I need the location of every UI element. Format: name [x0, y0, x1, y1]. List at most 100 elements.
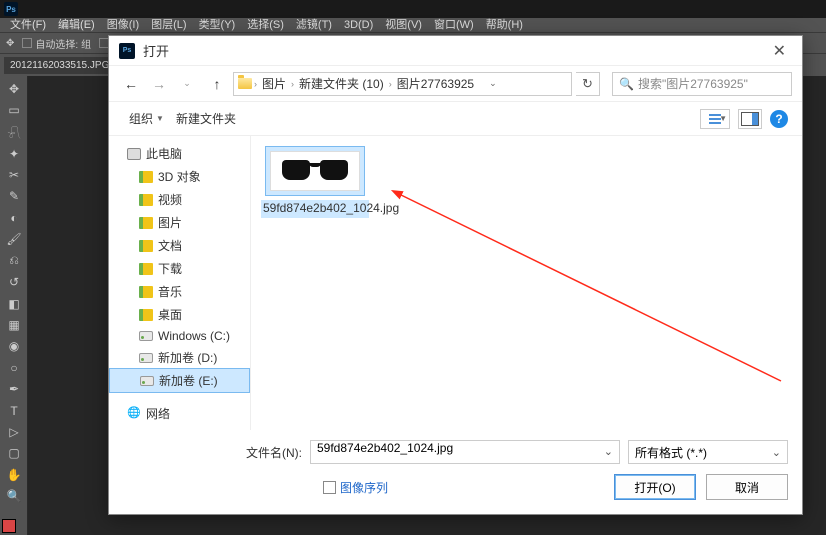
- address-bar[interactable]: › 图片 › 新建文件夹 (10) › 图片27763925 ⌄: [233, 72, 572, 96]
- pen-tool[interactable]: ✒: [2, 379, 26, 398]
- search-icon: 🔍: [619, 77, 634, 91]
- file-name-label: 59fd874e2b402_1024.jpg: [261, 200, 369, 218]
- help-button[interactable]: ?: [770, 110, 788, 128]
- menu-filter[interactable]: 滤镜(T): [290, 18, 338, 32]
- breadcrumb-item[interactable]: 图片: [259, 75, 289, 92]
- menu-edit[interactable]: 编辑(E): [52, 18, 101, 32]
- image-sequence-checkbox[interactable]: 图像序列: [323, 479, 388, 496]
- lasso-tool[interactable]: 𓍯: [2, 122, 26, 142]
- tree-downloads[interactable]: 下载: [109, 257, 250, 280]
- close-button[interactable]: ✕: [767, 41, 792, 61]
- blur-tool[interactable]: ◉: [2, 337, 26, 356]
- file-list-pane[interactable]: 59fd874e2b402_1024.jpg: [251, 136, 802, 430]
- dodge-tool[interactable]: ○: [2, 358, 26, 377]
- marquee-tool[interactable]: ▭: [2, 100, 26, 119]
- eyedropper-tool[interactable]: ✎: [2, 187, 26, 206]
- chevron-down-icon: ▼: [156, 114, 164, 123]
- folder-icon: [139, 217, 153, 229]
- stamp-tool[interactable]: ⎌: [2, 251, 26, 270]
- file-item[interactable]: 59fd874e2b402_1024.jpg: [261, 146, 369, 218]
- breadcrumb-item[interactable]: 新建文件夹 (10): [296, 75, 387, 92]
- checkbox-icon: [323, 481, 336, 494]
- tree-music[interactable]: 音乐: [109, 280, 250, 303]
- up-button[interactable]: ↑: [205, 72, 229, 96]
- chevron-down-icon[interactable]: ⌄: [477, 78, 497, 89]
- heal-tool[interactable]: ◐: [2, 208, 26, 227]
- tree-network[interactable]: 网络: [109, 402, 250, 425]
- menu-file[interactable]: 文件(F): [4, 18, 52, 32]
- dialog-toolbar: 组织▼ 新建文件夹 ▼ ?: [109, 102, 802, 136]
- menu-view[interactable]: 视图(V): [379, 18, 428, 32]
- crop-tool[interactable]: ✂: [2, 165, 26, 184]
- brush-tool[interactable]: 🖌: [2, 230, 26, 249]
- image-sequence-label: 图像序列: [340, 479, 388, 496]
- gradient-tool[interactable]: ▦: [2, 315, 26, 334]
- tree-documents[interactable]: 文档: [109, 234, 250, 257]
- tree-drive-e[interactable]: 新加卷 (E:): [109, 368, 250, 393]
- zoom-tool[interactable]: 🔍: [2, 487, 26, 506]
- hand-tool[interactable]: ✋: [2, 465, 26, 484]
- auto-select-label: 自动选择:: [35, 36, 78, 51]
- history-brush-tool[interactable]: ↺: [2, 272, 26, 291]
- folder-icon: [139, 240, 153, 252]
- type-tool[interactable]: T: [2, 401, 26, 420]
- refresh-button[interactable]: ↻: [576, 72, 600, 96]
- dialog-titlebar: Ps 打开 ✕: [109, 36, 802, 66]
- panel-icon: [741, 112, 759, 126]
- forward-button[interactable]: →: [147, 72, 171, 96]
- tree-desktop[interactable]: 桌面: [109, 303, 250, 326]
- shape-tool[interactable]: ▢: [2, 444, 26, 463]
- filename-input[interactable]: 59fd874e2b402_1024.jpg: [310, 440, 620, 464]
- foreground-color[interactable]: [2, 519, 16, 533]
- dialog-navbar: ← → ⌄ ↑ › 图片 › 新建文件夹 (10) › 图片27763925 ⌄…: [109, 66, 802, 102]
- menu-select[interactable]: 选择(S): [241, 18, 290, 32]
- cancel-button[interactable]: 取消: [706, 474, 788, 500]
- eraser-tool[interactable]: ◧: [2, 294, 26, 313]
- menu-image[interactable]: 图像(I): [101, 18, 145, 32]
- tree-3d-objects[interactable]: 3D 对象: [109, 165, 250, 188]
- tree-drive-d[interactable]: 新加卷 (D:): [109, 346, 250, 369]
- ps-icon: Ps: [119, 43, 135, 59]
- open-button[interactable]: 打开(O): [614, 474, 696, 500]
- auto-select-option[interactable]: 自动选择:组: [22, 36, 91, 51]
- chevron-right-icon: ›: [387, 79, 394, 89]
- back-button[interactable]: ←: [119, 72, 143, 96]
- wand-tool[interactable]: ✦: [2, 144, 26, 163]
- tree-drive-c[interactable]: Windows (C:): [109, 326, 250, 346]
- filename-label: 文件名(N):: [246, 444, 302, 461]
- move-tool[interactable]: ✥: [2, 79, 26, 98]
- path-tool[interactable]: ▷: [2, 422, 26, 441]
- sunglasses-image: [282, 160, 348, 182]
- search-input[interactable]: 🔍 搜索"图片27763925": [612, 72, 792, 96]
- chevron-right-icon: ›: [289, 79, 296, 89]
- menu-type[interactable]: 类型(Y): [193, 18, 242, 32]
- folder-icon: [139, 263, 153, 275]
- view-mode-button[interactable]: ▼: [700, 109, 730, 129]
- dialog-body: 此电脑 3D 对象 视频 图片 文档 下载 音乐 桌面 Windows (C:)…: [109, 136, 802, 430]
- breadcrumb-item[interactable]: 图片27763925: [394, 75, 477, 92]
- folder-tree: 此电脑 3D 对象 视频 图片 文档 下载 音乐 桌面 Windows (C:)…: [109, 136, 251, 430]
- menu-window[interactable]: 窗口(W): [428, 18, 480, 32]
- menu-help[interactable]: 帮助(H): [480, 18, 529, 32]
- dialog-footer: 文件名(N): 59fd874e2b402_1024.jpg 所有格式 (*.*…: [109, 430, 802, 514]
- ps-titlebar: Ps: [0, 0, 826, 18]
- drive-icon: [139, 353, 153, 363]
- open-dialog: Ps 打开 ✕ ← → ⌄ ↑ › 图片 › 新建文件夹 (10) › 图片27…: [108, 35, 803, 515]
- color-swatches[interactable]: [0, 517, 27, 535]
- preview-pane-button[interactable]: [738, 109, 762, 129]
- checkbox-icon: [22, 38, 32, 48]
- drive-icon: [140, 376, 154, 386]
- tree-pictures[interactable]: 图片: [109, 211, 250, 234]
- tree-videos[interactable]: 视频: [109, 188, 250, 211]
- organize-button[interactable]: 组织▼: [123, 106, 170, 131]
- tree-this-pc[interactable]: 此电脑: [109, 142, 250, 165]
- chevron-down-icon: ▼: [719, 114, 727, 123]
- move-tool-indicator: ✥: [6, 38, 14, 49]
- menu-layer[interactable]: 图层(L): [145, 18, 192, 32]
- new-folder-button[interactable]: 新建文件夹: [170, 106, 242, 131]
- menu-3d[interactable]: 3D(D): [338, 18, 379, 32]
- recent-dropdown[interactable]: ⌄: [175, 72, 199, 96]
- file-type-filter[interactable]: 所有格式 (*.*): [628, 440, 788, 464]
- network-icon: [127, 408, 141, 420]
- pc-icon: [127, 148, 141, 160]
